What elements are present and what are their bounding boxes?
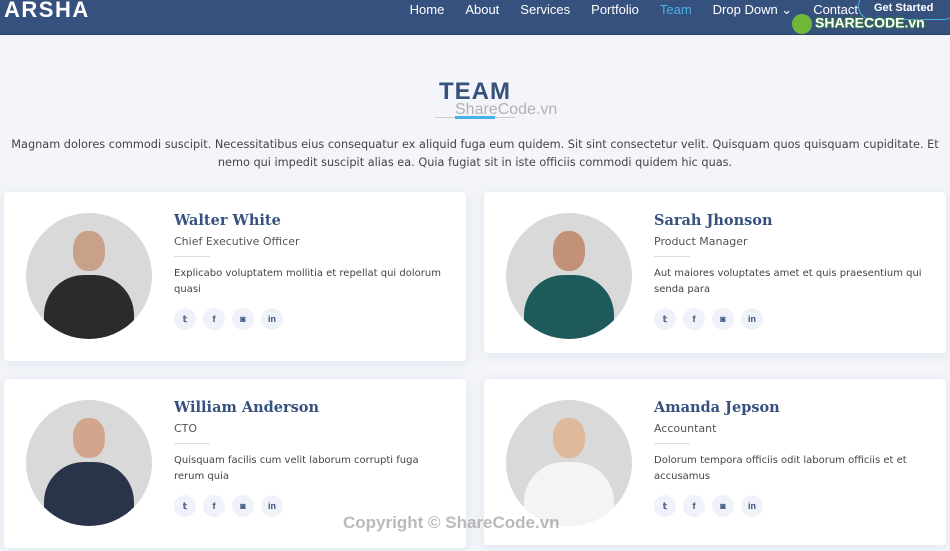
member-bio: Aut maiores voluptates amet et quis prae…: [654, 268, 922, 295]
linkedin-icon[interactable]: in: [741, 308, 763, 330]
social-links: 𝕥 f ◙ in: [654, 308, 924, 330]
linkedin-icon[interactable]: in: [261, 308, 283, 330]
divider: [654, 443, 690, 444]
member-bio: Quisquam facilis cum velit laborum corru…: [174, 455, 419, 482]
social-links: 𝕥 f ◙ in: [654, 495, 924, 517]
member-name: William Anderson: [174, 399, 320, 416]
divider: [174, 443, 210, 444]
divider: [654, 256, 690, 257]
facebook-icon[interactable]: f: [683, 308, 705, 330]
instagram-icon[interactable]: ◙: [712, 495, 734, 517]
nav-services[interactable]: Services: [520, 2, 570, 18]
watermark-text: SHARECODE.vn: [815, 14, 925, 31]
member-role: Chief Executive Officer: [174, 235, 300, 248]
member-photo: [506, 400, 632, 526]
team-member-card: Sarah Jhonson Product Manager Aut maiore…: [484, 192, 946, 353]
twitter-icon[interactable]: 𝕥: [174, 308, 196, 330]
social-links: 𝕥 f ◙ in: [174, 308, 444, 330]
watermark-copyright: Copyright © ShareCode.vn: [343, 513, 560, 532]
sharecode-logo-icon: [792, 14, 812, 34]
member-photo: [506, 213, 632, 339]
linkedin-icon[interactable]: in: [261, 495, 283, 517]
divider: [174, 256, 210, 257]
watermark-center: ShareCode.vn: [455, 101, 558, 118]
member-role: Accountant: [654, 422, 717, 435]
member-name: Walter White: [174, 212, 281, 229]
twitter-icon[interactable]: 𝕥: [654, 495, 676, 517]
twitter-icon[interactable]: 𝕥: [654, 308, 676, 330]
nav-dropdown[interactable]: Drop Down ⌄: [713, 2, 793, 18]
nav-menu: Home About Services Portfolio Team Drop …: [410, 2, 858, 18]
nav-home[interactable]: Home: [410, 2, 445, 18]
nav-team[interactable]: Team: [660, 2, 692, 18]
section-description: Magnam dolores commodi suscipit. Necessi…: [11, 138, 939, 169]
watermark-badge: SHARECODE.vn: [792, 14, 925, 34]
member-role: Product Manager: [654, 235, 748, 248]
nav-about[interactable]: About: [465, 2, 499, 18]
member-bio: Explicabo voluptatem mollitia et repella…: [174, 268, 441, 295]
team-member-card: Walter White Chief Executive Officer Exp…: [4, 192, 466, 361]
member-photo: [26, 213, 152, 339]
instagram-icon[interactable]: ◙: [232, 495, 254, 517]
member-photo: [26, 400, 152, 526]
facebook-icon[interactable]: f: [203, 495, 225, 517]
member-name: Amanda Jepson: [654, 399, 780, 416]
instagram-icon[interactable]: ◙: [232, 308, 254, 330]
member-role: CTO: [174, 422, 198, 435]
instagram-icon[interactable]: ◙: [712, 308, 734, 330]
twitter-icon[interactable]: 𝕥: [174, 495, 196, 517]
member-bio: Dolorum tempora officiis odit laborum of…: [654, 455, 907, 482]
linkedin-icon[interactable]: in: [741, 495, 763, 517]
logo[interactable]: ARSHA: [4, 0, 90, 23]
member-name: Sarah Jhonson: [654, 212, 773, 229]
nav-portfolio[interactable]: Portfolio: [591, 2, 639, 18]
facebook-icon[interactable]: f: [203, 308, 225, 330]
facebook-icon[interactable]: f: [683, 495, 705, 517]
